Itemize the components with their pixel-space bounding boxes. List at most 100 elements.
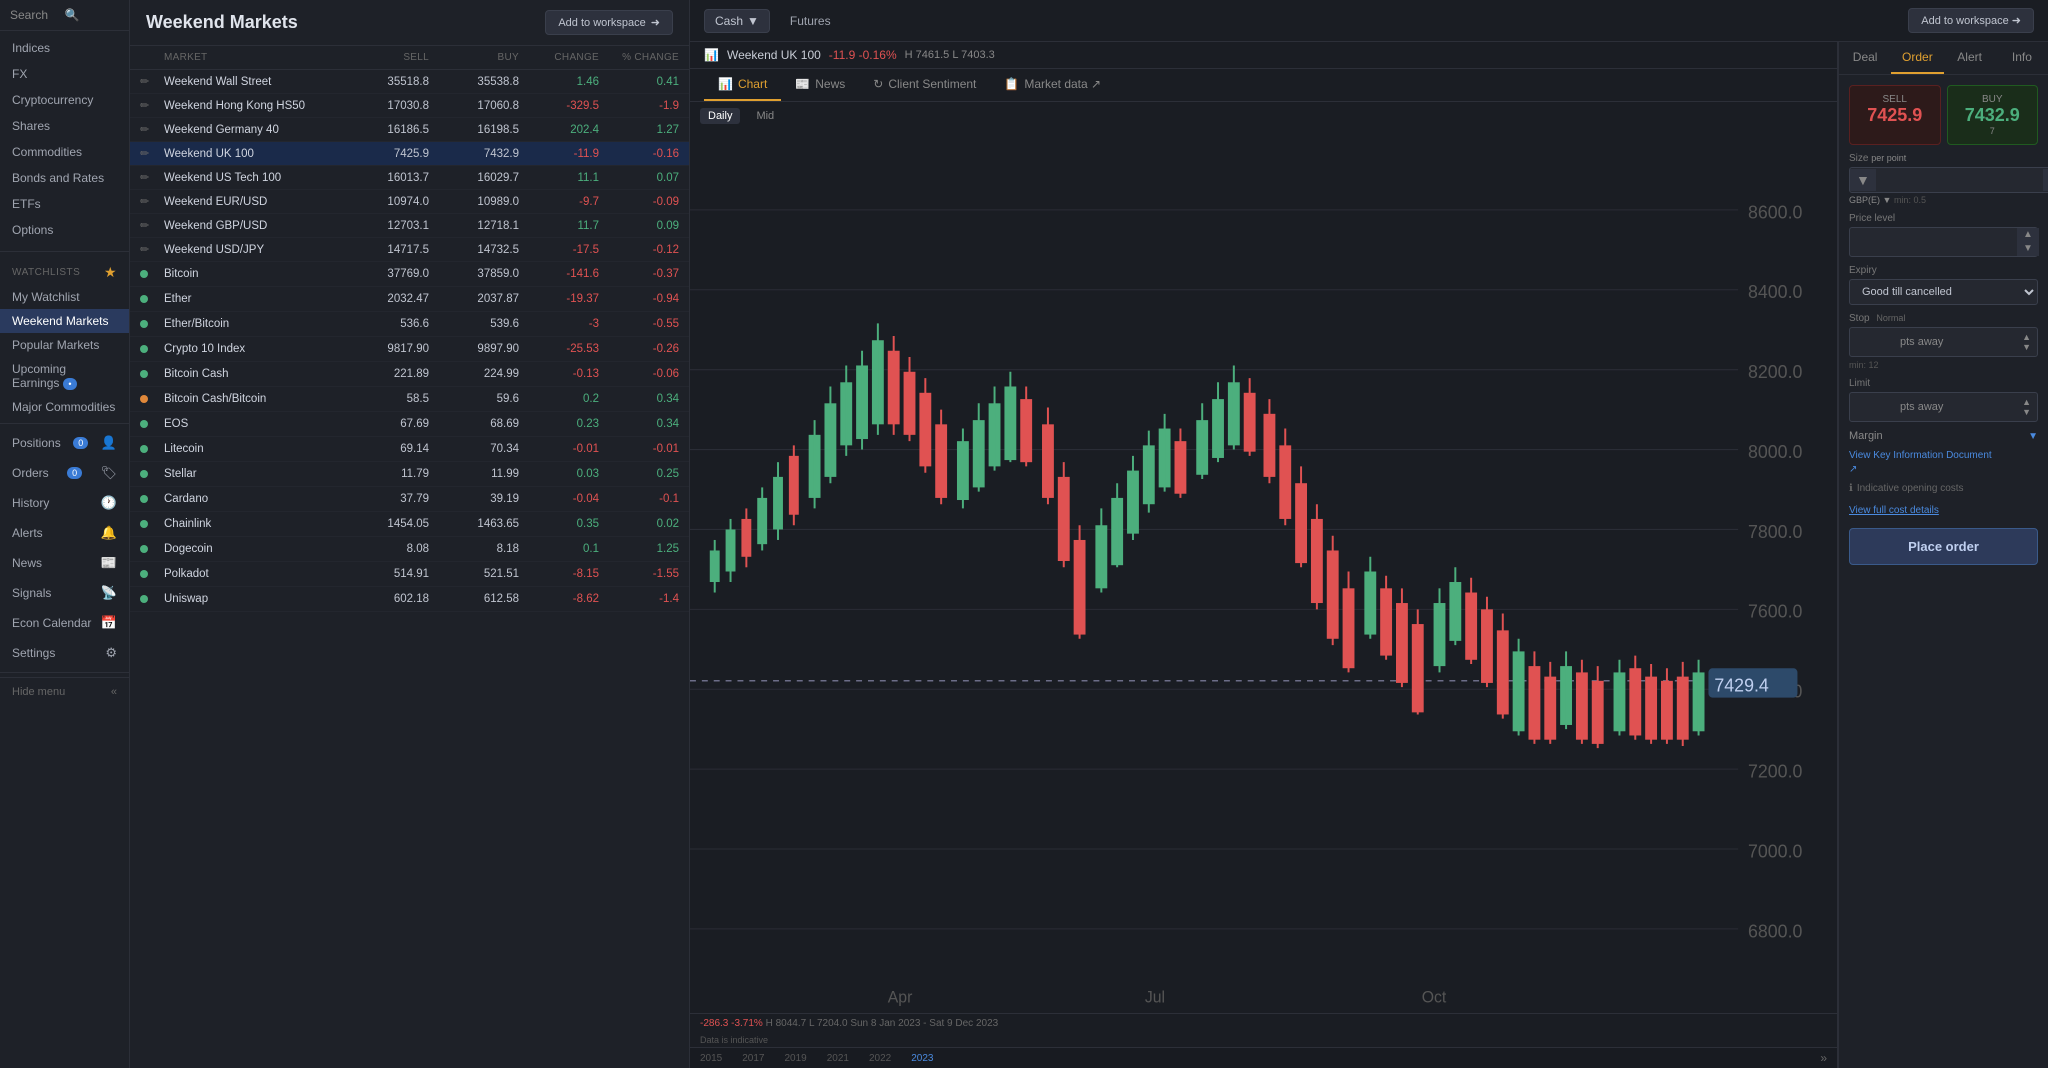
deal-tab[interactable]: Deal [1839,42,1891,74]
sidebar-item-options[interactable]: Options [0,217,129,243]
stop-input[interactable] [1856,336,1896,348]
market-row[interactable]: Litecoin69.1470.34-0.01-0.01 [130,437,689,462]
year-2021[interactable]: 2021 [827,1053,849,1064]
sidebar-item-cryptocurrency[interactable]: Cryptocurrency [0,87,129,113]
market-row[interactable]: ✏Weekend Wall Street35518.835538.81.460.… [130,70,689,94]
size-input[interactable] [1876,168,2043,192]
watchlist-item-major-commodities[interactable]: Major Commodities [0,395,129,419]
limit-down-btn[interactable]: ▼ [2022,407,2031,417]
add-workspace-button[interactable]: Add to workspace ➜ [545,10,673,35]
sidebar-bottom-history[interactable]: History🕐 [0,488,129,518]
buy-sub: 7 [1956,126,2030,136]
pct-change-val: 0.25 [599,468,679,480]
info-tab[interactable]: Info [1996,42,2048,74]
sidebar-bottom-econ-calendar[interactable]: Econ Calendar📅 [0,608,129,638]
year-2023[interactable]: 2023 [911,1053,933,1064]
sidebar-bottom-alerts[interactable]: Alerts🔔 [0,518,129,548]
sidebar-item-shares[interactable]: Shares [0,113,129,139]
market-row[interactable]: ✏Weekend USD/JPY14717.514732.5-17.5-0.12 [130,238,689,262]
market-row[interactable]: Cardano37.7939.19-0.04-0.1 [130,487,689,512]
tab-market-data[interactable]: 📋 Market data ↗ [990,69,1115,101]
chart-wrapper: Cash ▼ Futures Add to workspace ➜ 📊 Week… [690,0,2048,1068]
size-increase-btn[interactable]: ▲ [2043,169,2048,191]
hide-menu[interactable]: Hide menu « [0,677,129,706]
margin-dropdown[interactable]: ▼ [2028,431,2038,442]
stop-min-label: min: 12 [1849,360,2038,370]
tab-chart[interactable]: 📊 Chart [704,69,781,101]
tab-sentiment[interactable]: ↻ Client Sentiment [859,69,990,101]
market-row[interactable]: Polkadot514.91521.51-8.15-1.55 [130,562,689,587]
market-row[interactable]: Bitcoin Cash/Bitcoin58.559.60.20.34 [130,387,689,412]
limit-up-btn[interactable]: ▲ [2022,397,2031,407]
key-doc-label[interactable]: View Key Information Document [1849,450,2038,461]
sidebar-bottom-settings[interactable]: Settings⚙ [0,638,129,668]
market-row[interactable]: ✏Weekend UK 1007425.97432.9-11.9-0.16 [130,142,689,166]
market-row[interactable]: EOS67.6968.690.230.34 [130,412,689,437]
sidebar-bottom-signals[interactable]: Signals📡 [0,578,129,608]
market-row[interactable]: Uniswap602.18612.58-8.62-1.4 [130,587,689,612]
price-level-stepper[interactable]: ▲ ▼ [1849,227,2038,257]
market-row[interactable]: ✏Weekend Hong Kong HS5017030.817060.8-32… [130,94,689,118]
cash-button[interactable]: Cash ▼ [704,9,770,33]
pct-change-val: -0.01 [599,443,679,455]
market-row[interactable]: Bitcoin37769.037859.0-141.6-0.37 [130,262,689,287]
year-2019[interactable]: 2019 [785,1053,807,1064]
market-row[interactable]: Crypto 10 Index9817.909897.90-25.53-0.26 [130,337,689,362]
market-row[interactable]: ✏Weekend Germany 4016186.516198.5202.41.… [130,118,689,142]
full-costs-link[interactable]: View full cost details [1849,505,1939,516]
size-stepper[interactable]: ▼ ▲ [1849,167,2048,193]
mid-button[interactable]: Mid [748,108,782,124]
sidebar-item-bonds-rates[interactable]: Bonds and Rates [0,165,129,191]
nav-forward-icon[interactable]: » [1820,1051,1827,1065]
market-row[interactable]: Stellar11.7911.990.030.25 [130,462,689,487]
sidebar-item-indices[interactable]: Indices [0,35,129,61]
sidebar-item-commodities[interactable]: Commodities [0,139,129,165]
market-row[interactable]: Ether2032.472037.87-19.37-0.94 [130,287,689,312]
key-info-link[interactable]: View Key Information Document ↗ [1849,450,2038,475]
futures-button[interactable]: Futures [780,10,841,32]
stop-pts-field[interactable]: pts away ▲ ▼ [1849,327,2038,357]
order-content: SELL 7425.9 BUY 7432.9 7 [1839,75,2048,1068]
tab-news[interactable]: 📰 News [781,69,859,101]
sell-val: 17030.8 [339,100,429,112]
pct-change-val: -0.06 [599,368,679,380]
year-2022[interactable]: 2022 [869,1053,891,1064]
sidebar-item-fx[interactable]: FX [0,61,129,87]
market-row[interactable]: ✏Weekend EUR/USD10974.010989.0-9.7-0.09 [130,190,689,214]
year-2017[interactable]: 2017 [742,1053,764,1064]
sidebar-item-etfs[interactable]: ETFs [0,191,129,217]
expiry-select[interactable]: Good till cancelled [1849,279,2038,305]
sidebar-bottom-news[interactable]: News📰 [0,548,129,578]
market-row[interactable]: ✏Weekend US Tech 10016013.716029.711.10.… [130,166,689,190]
daily-button[interactable]: Daily [700,108,740,124]
watchlist-item-my-watchlist[interactable]: My Watchlist [0,285,129,309]
limit-input[interactable] [1856,401,1896,413]
market-row[interactable]: Chainlink1454.051463.650.350.02 [130,512,689,537]
view-full-costs[interactable]: View full cost details [1849,502,2038,516]
search-bar[interactable]: Search 🔍 [0,0,129,31]
news-tab-icon: 📰 [795,77,810,91]
market-row[interactable]: Ether/Bitcoin536.6539.6-3-0.55 [130,312,689,337]
stop-up-btn[interactable]: ▲ [2022,332,2031,342]
market-row[interactable]: Dogecoin8.088.180.11.25 [130,537,689,562]
price-level-input[interactable] [1850,230,2017,254]
price-level-up-btn[interactable]: ▲ [2017,228,2039,242]
watchlist-item-upcoming-earnings[interactable]: Upcoming Earnings• [0,357,129,395]
stop-down-btn[interactable]: ▼ [2022,342,2031,352]
place-order-button[interactable]: Place order [1849,528,2038,565]
size-decrease-btn[interactable]: ▼ [1850,169,1876,191]
watchlist-item-weekend-markets[interactable]: Weekend Markets [0,309,129,333]
market-row[interactable]: ✏Weekend GBP/USD12703.112718.111.70.09 [130,214,689,238]
year-2015[interactable]: 2015 [700,1053,722,1064]
price-level-down-btn[interactable]: ▼ [2017,242,2039,256]
market-row[interactable]: Bitcoin Cash221.89224.99-0.13-0.06 [130,362,689,387]
alert-tab[interactable]: Alert [1944,42,1996,74]
sidebar-bottom-positions[interactable]: Positions0👤 [0,428,129,458]
order-tab[interactable]: Order [1891,42,1943,74]
chart-add-workspace-button[interactable]: Add to workspace ➜ [1908,8,2034,33]
chart-top-bar: Cash ▼ Futures Add to workspace ➜ [690,0,2048,42]
watchlist-item-popular-markets[interactable]: Popular Markets [0,333,129,357]
sidebar-bottom-orders[interactable]: Orders0🏷 [0,458,129,488]
market-name: Crypto 10 Index [164,343,339,355]
limit-pts-field[interactable]: pts away ▲ ▼ [1849,392,2038,422]
